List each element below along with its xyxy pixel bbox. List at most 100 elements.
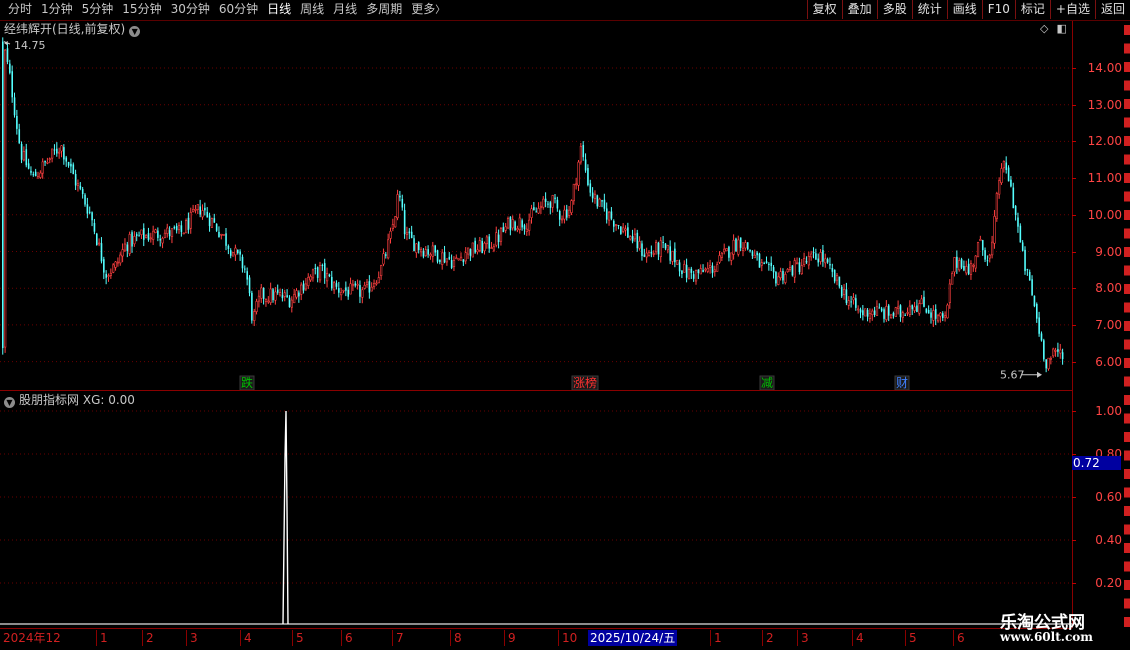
candle [244,265,246,273]
candle [229,248,232,259]
edge-mark [1124,413,1130,424]
candle [706,262,709,274]
candle [32,171,35,177]
edge-marks [1124,25,1130,627]
edge-mark [1124,284,1130,294]
toolbar-button[interactable]: 多股 [876,0,912,19]
candle [264,298,268,307]
candle [1014,205,1017,221]
period-tab[interactable]: 日线 [263,0,296,20]
candle [627,222,629,239]
price-grid [0,67,1072,363]
candle [643,248,646,258]
y-tick-mark [1072,324,1076,326]
candle [370,282,373,292]
period-tab[interactable]: 5分钟 [78,0,119,20]
candle [652,250,655,258]
candle [737,235,740,257]
candle [232,251,235,257]
period-tab[interactable]: 周线 [296,0,329,20]
period-tab[interactable]: 多周期 [362,0,407,20]
candle [1019,223,1022,243]
date-tick: 2 [142,630,154,646]
toolbar-button[interactable]: 复权 [806,0,842,19]
candle [170,228,174,244]
candle [753,249,756,259]
candle [692,270,695,282]
candle [756,250,758,261]
candle [899,304,902,322]
period-tab[interactable]: 月线 [329,0,362,20]
date-tick: 3 [797,630,809,646]
period-tab[interactable]: 30分钟 [167,0,215,20]
candle [544,192,547,208]
candlestick-chart[interactable]: 14.75 5.67 跌 涨榜 减 财 [0,21,1072,390]
candle [948,279,951,309]
indicator-chart[interactable] [0,391,1072,628]
candle [932,305,935,327]
candle [979,235,982,242]
watermark-url: www.60lt.com [1000,630,1093,644]
toolbar-button[interactable]: 统计 [911,0,947,19]
candle [887,303,890,322]
toolbar-button[interactable]: F10 [981,0,1015,19]
candle [603,193,606,212]
candle [76,179,80,192]
candle [669,240,671,265]
candle [826,257,829,264]
period-tab[interactable]: 15分钟 [118,0,166,20]
candle [697,269,700,279]
edge-mark [1124,339,1130,350]
candle [48,157,51,164]
selected-date-label: 2025/10/24/五 [588,630,678,646]
candle [25,143,28,168]
candle [923,290,925,308]
candle [380,264,383,280]
candle [488,233,491,253]
event-marker: 涨榜 [571,375,599,390]
candle [1033,295,1036,308]
toolbar-button[interactable]: +自选 [1049,0,1095,19]
candle [255,298,258,315]
candle [758,252,761,268]
candle [192,204,195,213]
candle [725,248,728,252]
candle [1054,347,1057,357]
candle [976,241,980,258]
candle [803,252,806,267]
candle [225,227,227,251]
candle [728,245,730,262]
period-tab[interactable]: 1分钟 [37,0,78,20]
candle [6,43,9,65]
candle [107,273,110,282]
y-tick-mark [1072,411,1076,412]
toolbar-button[interactable]: 画线 [946,0,982,19]
candle [702,264,704,273]
candle [173,225,176,230]
event-marker: 跌 [239,375,255,390]
toolbar-button[interactable]: 标记 [1014,0,1050,19]
candle [391,218,395,232]
candle [490,241,493,249]
edge-mark [1124,524,1130,535]
toolbar-button[interactable]: 叠加 [841,0,877,19]
toolbar-button[interactable]: 返回 [1094,0,1130,19]
y-tick-label: 12.00 [1087,134,1122,149]
candle [833,269,836,284]
candle [396,189,399,221]
candle [859,307,862,319]
candle [499,226,503,246]
candle [638,236,641,251]
candle [539,201,543,214]
candle [427,245,429,258]
period-tab[interactable]: 分时 [4,0,37,20]
candle [831,263,834,278]
period-tab[interactable]: 60分钟 [215,0,263,20]
candle [610,207,613,221]
date-tick: 5 [292,630,304,646]
candle [901,310,904,323]
period-tab[interactable]: 更多〉 [407,0,450,20]
candle [138,231,140,237]
candle [995,191,998,222]
indicator-grid [0,410,1072,584]
